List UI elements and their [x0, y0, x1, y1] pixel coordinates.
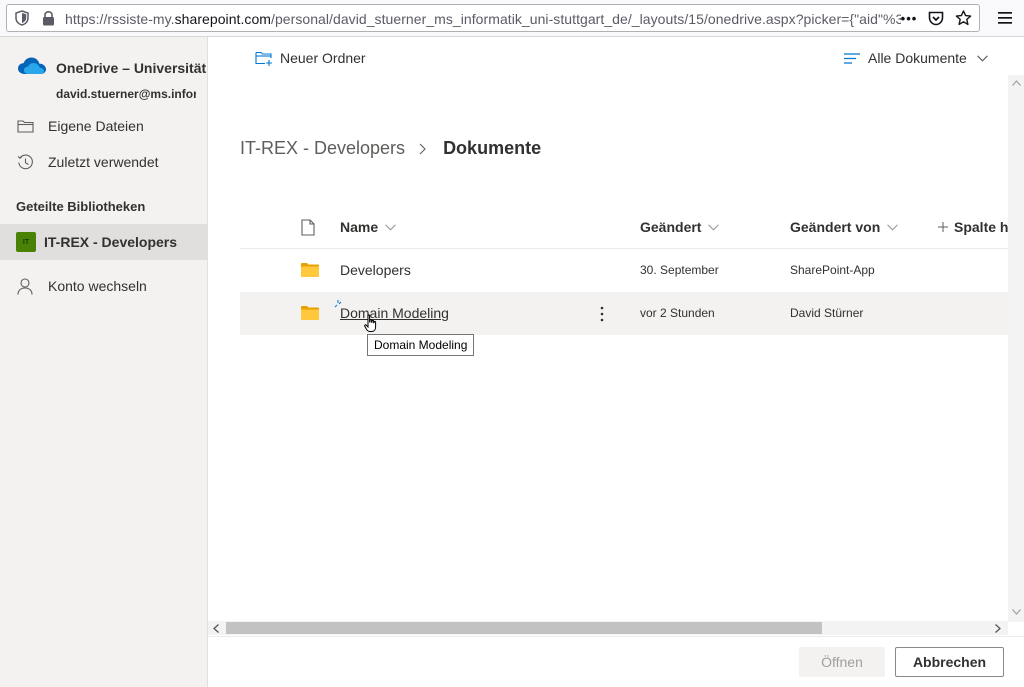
- left-navigation: OneDrive – Universität Stuttgart david.s…: [0, 37, 208, 687]
- column-header-modified-label: Geändert: [640, 219, 702, 235]
- tooltip: Domain Modeling: [367, 334, 475, 356]
- pocket-icon[interactable]: [927, 9, 945, 27]
- nav-item-label: Eigene Dateien: [48, 118, 144, 134]
- onedrive-cloud-icon: [16, 55, 48, 77]
- chevron-down-icon: [977, 53, 989, 63]
- person-icon: [16, 277, 34, 295]
- view-list-icon: [844, 52, 860, 64]
- scroll-left-icon[interactable]: [212, 623, 220, 633]
- horizontal-scroll-thumb[interactable]: [226, 622, 822, 634]
- file-type-icon[interactable]: [300, 218, 316, 236]
- page-actions-icon[interactable]: •••: [899, 9, 919, 27]
- switch-account-button[interactable]: Konto wechseln: [0, 268, 207, 304]
- breadcrumb-current: Dokumente: [443, 138, 542, 158]
- view-selector[interactable]: Alle Dokumente: [844, 50, 989, 66]
- new-folder-button[interactable]: Neuer Ordner: [255, 50, 366, 66]
- url-path: /personal/david_stuerner_ms_informatik_u…: [271, 11, 901, 27]
- column-header-name-label: Name: [340, 219, 379, 235]
- file-modified: vor 2 Stunden: [640, 306, 715, 320]
- file-row-domain-modeling[interactable]: Domain Modeling vor 2 Stunden David Stür…: [240, 292, 1008, 335]
- horizontal-scrollbar[interactable]: [208, 621, 1008, 635]
- library-item-it-rex[interactable]: IT IT-REX - Developers: [0, 224, 207, 260]
- cancel-button[interactable]: Abbrechen: [895, 647, 1004, 677]
- folder-outline-icon: [16, 118, 34, 134]
- chevron-right-icon: [417, 142, 427, 156]
- history-icon: [16, 153, 34, 171]
- url-prefix: https://rssiste-my.: [65, 11, 175, 27]
- main-content: Neuer Ordner Alle Dokumente IT-REX - Dev…: [208, 37, 1024, 687]
- scroll-right-icon[interactable]: [994, 623, 1002, 633]
- account-title: OneDrive – Universität Stuttgart: [56, 60, 208, 76]
- file-row-developers[interactable]: Developers 30. September SharePoint-App: [240, 249, 1008, 292]
- folder-icon: [301, 306, 319, 320]
- scroll-up-icon[interactable]: [1011, 79, 1021, 87]
- bookmark-star-icon[interactable]: [954, 9, 972, 27]
- column-header-modified[interactable]: Geändert: [640, 219, 719, 235]
- url-bar[interactable]: https://rssiste-my.sharepoint.com/person…: [6, 4, 980, 32]
- file-modified: 30. September: [640, 263, 719, 277]
- file-modified-by: SharePoint-App: [790, 263, 875, 277]
- nav-item-recent[interactable]: Zuletzt verwendet: [0, 144, 207, 180]
- shared-libraries-header: Geteilte Bibliotheken: [16, 199, 146, 214]
- new-folder-icon: [255, 50, 273, 66]
- column-header-modified-by-label: Geändert von: [790, 219, 881, 235]
- add-column-label: Spalte hinzufügen: [954, 219, 1008, 235]
- folder-icon: [301, 263, 319, 277]
- hamburger-menu-icon[interactable]: [996, 10, 1014, 26]
- breadcrumb-parent[interactable]: IT-REX - Developers: [240, 138, 405, 159]
- shield-icon[interactable]: [14, 10, 30, 26]
- add-column-button[interactable]: Spalte hinzufügen: [938, 219, 1008, 235]
- scroll-down-icon[interactable]: [1011, 608, 1021, 616]
- chevron-down-icon: [707, 222, 719, 232]
- new-folder-label: Neuer Ordner: [280, 50, 366, 66]
- library-item-label: IT-REX - Developers: [44, 234, 178, 250]
- library-badge-text: IT: [22, 238, 30, 246]
- breadcrumb: IT-REX - Developers Dokumente: [240, 138, 541, 159]
- more-options-icon[interactable]: [594, 304, 610, 324]
- nav-item-label: Zuletzt verwendet: [48, 154, 159, 170]
- column-header-name[interactable]: Name: [340, 219, 396, 235]
- account-email: david.stuerner@ms.informatik.uni-stuttga…: [56, 87, 196, 101]
- file-name[interactable]: Domain Modeling: [340, 305, 449, 321]
- url-host: sharepoint.com: [174, 11, 272, 27]
- view-selector-label: Alle Dokumente: [868, 50, 967, 66]
- plus-icon: [938, 222, 948, 232]
- url-text[interactable]: https://rssiste-my.sharepoint.com/person…: [65, 11, 901, 27]
- library-badge-icon: IT: [16, 232, 36, 252]
- file-name[interactable]: Developers: [340, 262, 411, 278]
- file-modified-by: David Stürner: [790, 306, 864, 320]
- hand-cursor-icon: [363, 313, 379, 333]
- vertical-scrollbar[interactable]: [1008, 75, 1024, 622]
- lock-icon[interactable]: [40, 10, 56, 26]
- open-button[interactable]: Öffnen: [799, 647, 885, 677]
- dialog-footer: Öffnen Abbrechen: [208, 636, 1024, 687]
- nav-item-my-files[interactable]: Eigene Dateien: [0, 108, 207, 144]
- file-list-header: Name Geändert Geändert von Spalte h: [240, 207, 1008, 249]
- switch-account-label: Konto wechseln: [48, 278, 147, 294]
- column-header-modified-by[interactable]: Geändert von: [790, 219, 898, 235]
- chevron-down-icon: [384, 222, 396, 232]
- browser-toolbar: https://rssiste-my.sharepoint.com/person…: [0, 0, 1024, 37]
- chevron-down-icon: [886, 222, 898, 232]
